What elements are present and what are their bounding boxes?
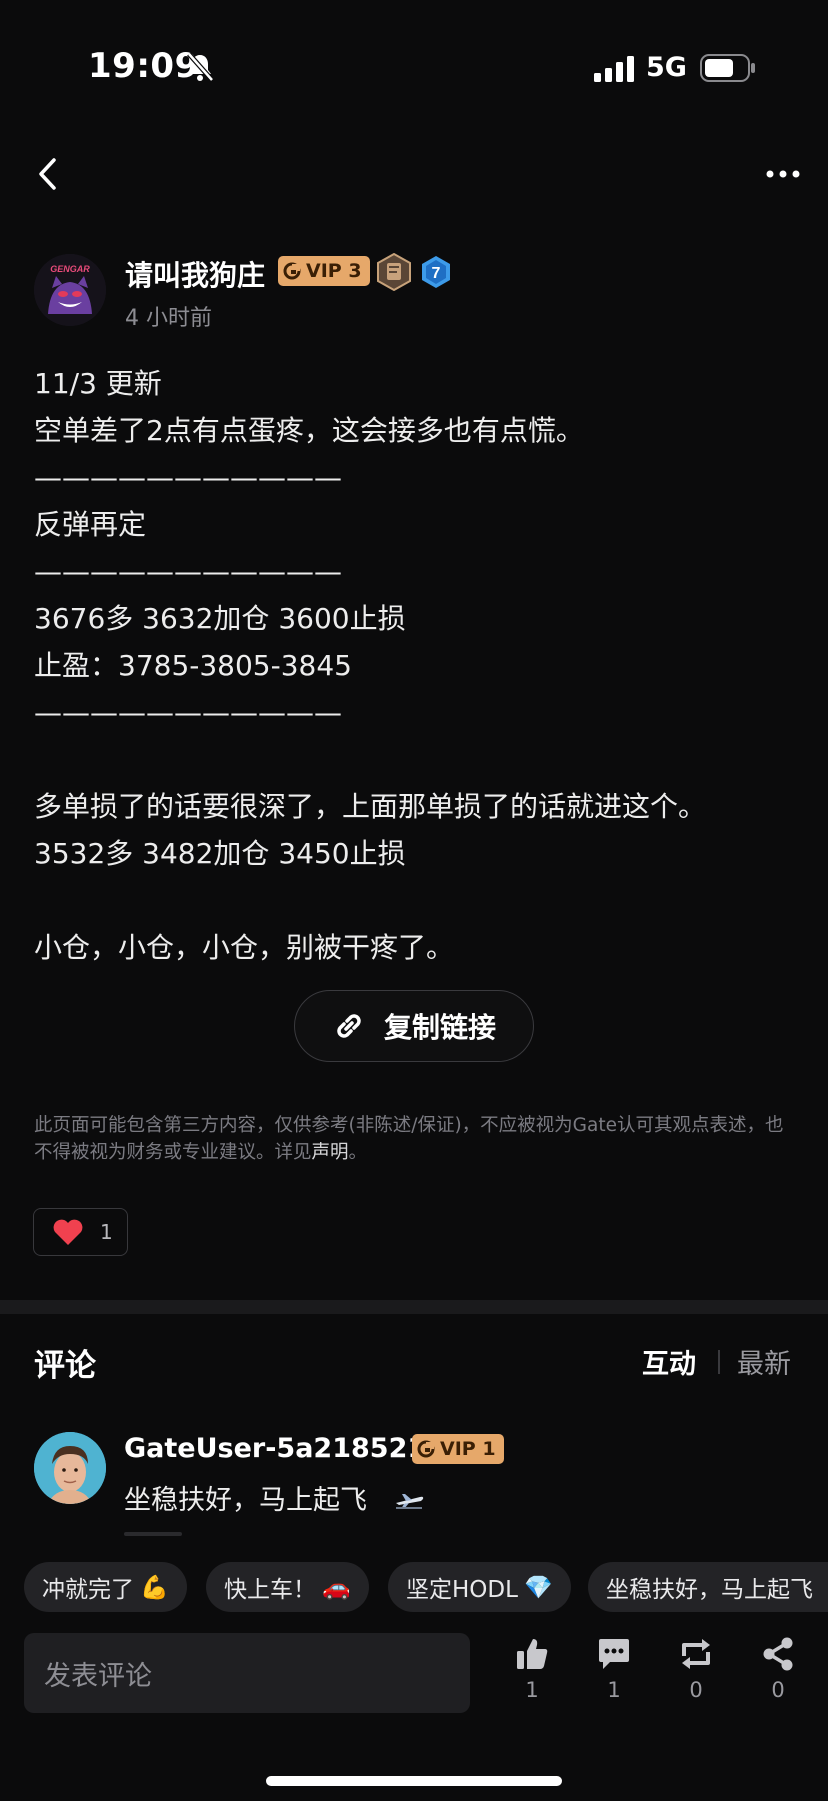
like-count: 1: [525, 1678, 539, 1702]
gem-emoji: 💎: [523, 1574, 553, 1601]
post-line: 多单损了的话要很深了，上面那单损了的话就进这个。: [34, 790, 707, 823]
post-line: [34, 736, 814, 783]
post-timestamp: 4 小时前: [125, 306, 212, 331]
repost-count: 0: [689, 1678, 703, 1702]
copy-link-button[interactable]: 复制链接: [294, 990, 534, 1062]
quick-reply-label: 坐稳扶好，马上起飞: [606, 1577, 813, 1603]
post-line: 止盈：3785-3805-3845: [34, 649, 352, 682]
car-emoji: 🚗: [322, 1574, 351, 1601]
vip-badge: VIP 3: [278, 256, 370, 286]
comments-title: 评论: [34, 1348, 96, 1384]
quick-reply-chip[interactable]: 坐稳扶好，马上起飞: [588, 1562, 828, 1612]
vip-logo-icon: [283, 262, 301, 280]
post-line: [34, 877, 814, 924]
post-content: 11/3 更新 空单差了2点有点蛋疼，这会接多也有点慌。 ———————————…: [34, 360, 814, 971]
disclaimer-text: 此页面可能包含第三方内容，仅供参考(非陈述/保证)，不应被视为Gate认可其观点…: [34, 1115, 784, 1163]
author-avatar[interactable]: GENGAR: [34, 254, 106, 326]
heart-icon: [53, 1219, 83, 1245]
flexed-arm-emoji: 💪: [140, 1574, 169, 1601]
comment-more-indicator: [124, 1532, 182, 1536]
like-action-button[interactable]: 1: [502, 1636, 562, 1702]
post-line: 3676多 3632加仓 3600止损: [34, 602, 406, 635]
airplane-emoji-icon: [394, 1490, 424, 1514]
post-like-count: 1: [100, 1220, 113, 1244]
post-line: 小仓，小仓，小仓，别被干疼了。: [34, 931, 455, 964]
tab-separator: [718, 1350, 720, 1374]
network-type: 5G: [646, 52, 687, 83]
section-divider: [0, 1300, 828, 1314]
more-options-button[interactable]: [764, 164, 804, 184]
disclaimer-end: 。: [348, 1142, 368, 1163]
vip-logo-icon: [417, 1440, 435, 1458]
post-line: 3532多 3482加仓 3450止损: [34, 837, 406, 870]
commenter-name[interactable]: GateUser-5a218521: [124, 1433, 426, 1464]
medal-badge-icon: [376, 252, 412, 295]
thumbs-up-icon: [517, 1639, 548, 1669]
comment-text: 坐稳扶好，马上起飞: [124, 1485, 367, 1516]
copy-link-label: 复制链接: [383, 1011, 496, 1044]
disclaimer-link[interactable]: 声明: [312, 1142, 349, 1163]
cellular-signal-icon: [594, 56, 636, 86]
share-icon: [763, 1637, 793, 1671]
post-line: ———————————: [34, 555, 342, 588]
share-action-button[interactable]: 0: [748, 1636, 808, 1702]
svg-text:7: 7: [432, 265, 441, 282]
quick-reply-label: 冲就完了: [42, 1577, 134, 1603]
commenter-vip-badge: VIP 1: [412, 1434, 504, 1464]
post-line: 反弹再定: [34, 508, 147, 541]
post-line: 11/3 更新: [34, 367, 162, 400]
tab-latest[interactable]: 最新: [737, 1342, 791, 1381]
author-name[interactable]: 请叫我狗庄: [125, 254, 265, 294]
repost-action-button[interactable]: 0: [666, 1636, 726, 1702]
link-icon: [337, 1014, 361, 1038]
tab-interact[interactable]: 互动: [642, 1342, 696, 1381]
vip-badge-label: VIP 3: [306, 260, 362, 282]
commenter-avatar[interactable]: [34, 1432, 106, 1504]
quick-reply-label: 坚定HODL: [406, 1577, 518, 1603]
back-button[interactable]: [34, 156, 64, 192]
quick-reply-chip[interactable]: 冲就完了 💪: [24, 1562, 187, 1612]
repost-icon: [682, 1639, 710, 1669]
post-line: ———————————: [34, 461, 342, 494]
comment-input[interactable]: 发表评论: [24, 1633, 470, 1713]
comment-action-button[interactable]: 1: [584, 1636, 644, 1702]
commenter-vip-label: VIP 1: [440, 1438, 496, 1460]
post-line: 空单差了2点有点蛋疼，这会接多也有点慌。: [34, 414, 584, 447]
quick-reply-chip[interactable]: 快上车！ 🚗: [206, 1562, 369, 1612]
battery-icon: [700, 54, 756, 86]
share-count: 0: [771, 1678, 785, 1702]
disclaimer: 此页面可能包含第三方内容，仅供参考(非陈述/保证)，不应被视为Gate认可其观点…: [34, 1112, 794, 1166]
comment-bubble-icon: [599, 1639, 629, 1669]
svg-text:GENGAR: GENGAR: [50, 264, 90, 274]
post-like-button[interactable]: 1: [33, 1208, 128, 1256]
home-indicator[interactable]: [266, 1776, 562, 1786]
more-dots-icon: [766, 170, 800, 178]
comment-count: 1: [607, 1678, 621, 1702]
level-badge: 7: [420, 255, 452, 293]
post-line: ———————————: [34, 696, 342, 729]
status-time: 19:09: [88, 46, 199, 86]
silent-bell-icon: [186, 52, 214, 86]
quick-reply-label: 快上车！: [224, 1577, 316, 1603]
chevron-left-icon: [39, 158, 56, 190]
quick-reply-chip[interactable]: 坚定HODL 💎: [388, 1562, 571, 1612]
